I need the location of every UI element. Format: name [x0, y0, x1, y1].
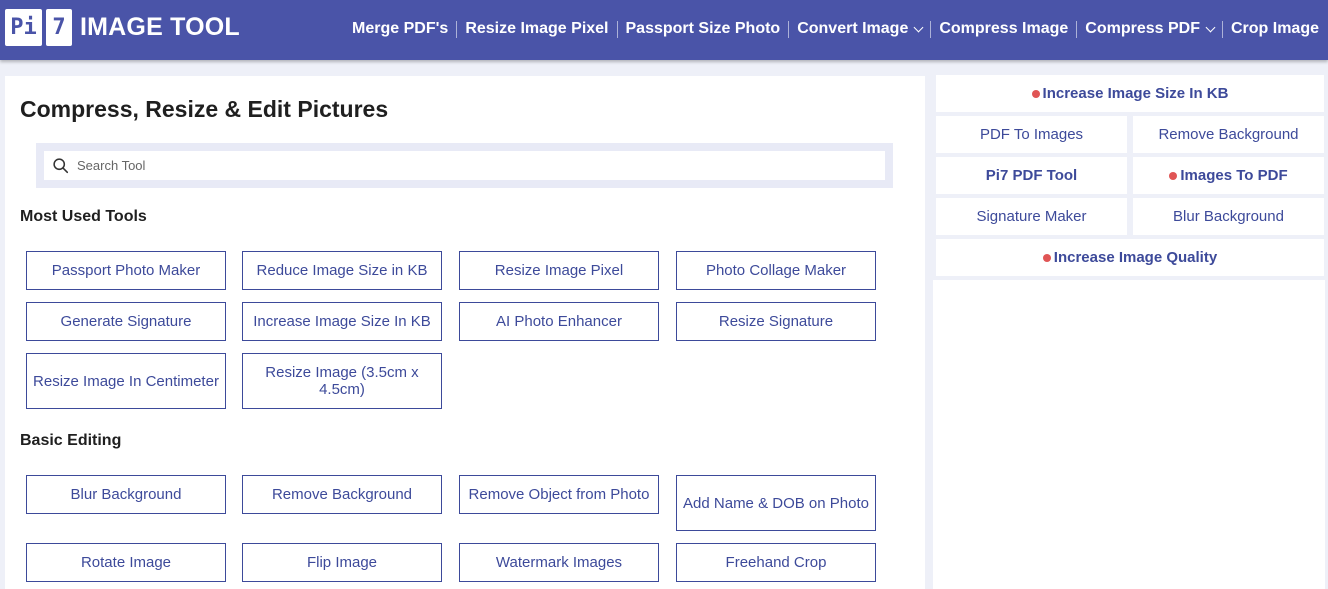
page-title: Compress, Resize & Edit Pictures [20, 96, 389, 122]
sidebar-link-label: PDF To Images [979, 126, 1084, 143]
nav-resize-image-pixel[interactable]: Resize Image Pixel [465, 20, 608, 38]
nav-crop-image-label: Crop Image [1230, 20, 1319, 37]
sidebar-link-increase-image-size-kb[interactable]: Increase Image Size In KB [936, 75, 1324, 112]
site-logo[interactable]: Pi 7 IMAGE TOOL [5, 9, 240, 46]
sidebar-link-images-to-pdf[interactable]: Images To PDF [1133, 157, 1324, 194]
tool-rotate-image[interactable]: Rotate Image [26, 543, 226, 582]
tool-watermark-images[interactable]: Watermark Images [459, 543, 659, 582]
nav-divider [788, 20, 790, 38]
sidebar-link-remove-background[interactable]: Remove Background [1133, 116, 1324, 153]
nav-convert-image[interactable]: Convert Image [797, 20, 924, 38]
nav-merge-pdfs-label: Merge PDF's [352, 20, 449, 37]
sidebar-link-label: Blur Background [1173, 208, 1284, 225]
main-panel: Compress, Resize & Edit Pictures Most Us… [5, 76, 925, 589]
nav-merge-pdfs[interactable]: Merge PDF's [352, 20, 448, 38]
nav-compress-pdf-label: Compress PDF [1085, 20, 1200, 37]
tool-resize-image-pixel[interactable]: Resize Image Pixel [459, 251, 659, 290]
sidebar-link-label: Remove Background [1158, 126, 1299, 143]
logo-pi-badge: Pi [5, 9, 42, 46]
nav-passport-size-photo-label: Passport Size Photo [625, 20, 781, 37]
nav-resize-image-pixel-label: Resize Image Pixel [465, 20, 609, 37]
search-bar [36, 143, 893, 188]
tool-photo-collage-maker[interactable]: Photo Collage Maker [676, 251, 876, 290]
chevron-down-icon [1205, 22, 1216, 32]
nav-crop-image[interactable]: Crop Image [1231, 20, 1319, 38]
sidebar-link-label: Increase Image Quality [1053, 249, 1218, 266]
sidebar-link-pi7-pdf-tool[interactable]: Pi7 PDF Tool [936, 157, 1127, 194]
sidebar-link-blur-background[interactable]: Blur Background [1133, 198, 1324, 235]
search-box[interactable] [44, 151, 885, 180]
sidebar-link-increase-image-quality[interactable]: Increase Image Quality [936, 239, 1324, 276]
chevron-down-icon [913, 22, 924, 32]
sidebar-link-pdf-to-images[interactable]: PDF To Images [936, 116, 1127, 153]
nav-divider [930, 20, 932, 38]
nav-passport-size-photo[interactable]: Passport Size Photo [626, 20, 781, 38]
tool-remove-background[interactable]: Remove Background [242, 475, 442, 514]
top-header: Pi 7 IMAGE TOOL Merge PDF's Resize Image… [0, 0, 1328, 60]
nav-divider [1221, 20, 1223, 38]
main-nav: Merge PDF's Resize Image Pixel Passport … [352, 0, 1319, 58]
nav-divider [616, 20, 618, 38]
sidebar-link-label: Increase Image Size In KB [1042, 85, 1229, 102]
sidebar-link-label: Signature Maker [976, 208, 1087, 225]
highlight-dot-icon [1169, 171, 1178, 180]
tool-increase-image-size-kb[interactable]: Increase Image Size In KB [242, 302, 442, 341]
tool-freehand-crop[interactable]: Freehand Crop [676, 543, 876, 582]
tool-flip-image[interactable]: Flip Image [242, 543, 442, 582]
search-icon [53, 158, 69, 174]
sidebar-panel [933, 280, 1325, 589]
nav-divider [456, 20, 458, 38]
tool-add-name-dob[interactable]: Add Name & DOB on Photo [676, 475, 876, 531]
nav-compress-image[interactable]: Compress Image [939, 20, 1068, 38]
tool-remove-object[interactable]: Remove Object from Photo [459, 475, 659, 514]
nav-compress-image-label: Compress Image [939, 20, 1069, 37]
tool-resize-image-35x45[interactable]: Resize Image (3.5cm x 4.5cm) [242, 353, 442, 409]
tool-ai-photo-enhancer[interactable]: AI Photo Enhancer [459, 302, 659, 341]
tool-resize-image-cm[interactable]: Resize Image In Centimeter [26, 353, 226, 409]
nav-divider [1076, 20, 1078, 38]
logo-text: IMAGE TOOL [80, 13, 240, 41]
highlight-dot-icon [1042, 253, 1051, 262]
highlight-dot-icon [1031, 89, 1040, 98]
tool-resize-signature[interactable]: Resize Signature [676, 302, 876, 341]
tool-reduce-image-size-kb[interactable]: Reduce Image Size in KB [242, 251, 442, 290]
section-title-most-used: Most Used Tools [20, 208, 147, 225]
search-input[interactable] [77, 158, 857, 173]
sidebar-link-label: Images To PDF [1180, 167, 1288, 184]
tool-passport-photo-maker[interactable]: Passport Photo Maker [26, 251, 226, 290]
section-title-basic-editing: Basic Editing [20, 432, 122, 449]
nav-convert-image-label: Convert Image [797, 20, 909, 37]
logo-seven-badge: 7 [46, 9, 72, 46]
sidebar-link-signature-maker[interactable]: Signature Maker [936, 198, 1127, 235]
sidebar-link-label: Pi7 PDF Tool [985, 167, 1078, 184]
nav-compress-pdf[interactable]: Compress PDF [1085, 20, 1216, 38]
tool-generate-signature[interactable]: Generate Signature [26, 302, 226, 341]
tool-blur-background[interactable]: Blur Background [26, 475, 226, 514]
